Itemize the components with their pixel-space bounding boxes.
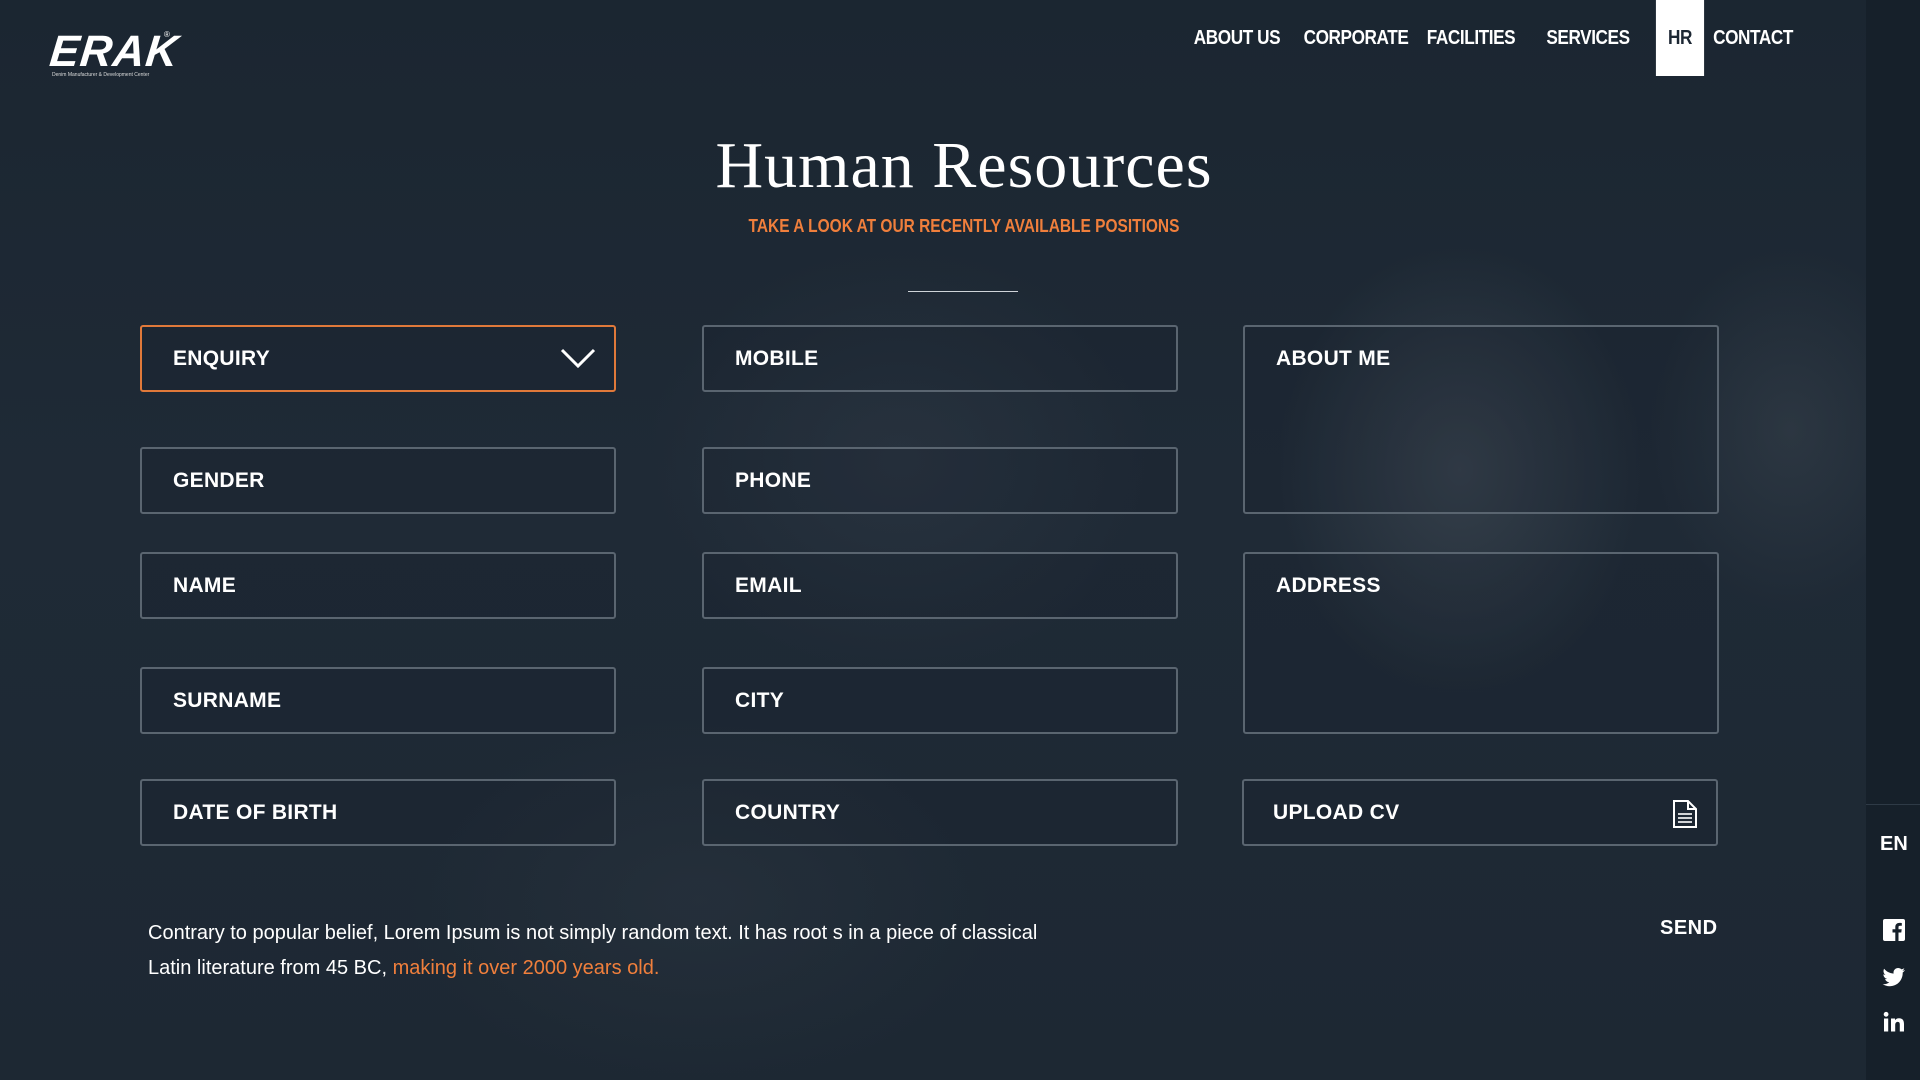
nav-corporate[interactable]: CORPORATE bbox=[1303, 0, 1410, 76]
surname-field[interactable]: SURNAME bbox=[140, 667, 616, 734]
document-icon bbox=[1673, 800, 1697, 828]
nav-services[interactable]: SERVICES bbox=[1533, 0, 1643, 76]
info-highlight-link[interactable]: making it over 2000 years old. bbox=[393, 957, 660, 979]
sidebar-divider bbox=[1866, 804, 1920, 805]
gender-field[interactable]: GENDER bbox=[140, 447, 616, 514]
city-field[interactable]: CITY bbox=[702, 667, 1178, 734]
nav-about-us[interactable]: ABOUT US bbox=[1188, 0, 1286, 76]
main-nav: ABOUT US CORPORATE FACILITIES SERVICES H… bbox=[1180, 0, 1798, 76]
email-field[interactable]: EMAIL bbox=[702, 552, 1178, 619]
registered-mark: ® bbox=[164, 30, 170, 39]
phone-field[interactable]: PHONE bbox=[702, 447, 1178, 514]
country-field[interactable]: COUNTRY bbox=[702, 779, 1178, 846]
enquiry-select[interactable]: ENQUIRY bbox=[140, 325, 616, 392]
title-divider bbox=[908, 291, 1018, 292]
page-title: Human Resources bbox=[715, 129, 1213, 202]
info-paragraph: Contrary to popular belief, Lorem Ipsum … bbox=[148, 916, 1048, 986]
about-me-textarea[interactable]: ABOUT ME bbox=[1243, 325, 1719, 514]
send-button[interactable]: SEND bbox=[1660, 917, 1718, 940]
upload-cv-label: UPLOAD CV bbox=[1273, 801, 1400, 824]
city-label: CITY bbox=[735, 689, 785, 712]
country-label: COUNTRY bbox=[735, 801, 841, 824]
surname-label: SURNAME bbox=[173, 689, 282, 712]
email-label: EMAIL bbox=[735, 574, 802, 597]
linkedin-icon[interactable] bbox=[1882, 1010, 1906, 1034]
name-field[interactable]: NAME bbox=[140, 552, 616, 619]
date-of-birth-field[interactable]: DATE OF BIRTH bbox=[140, 779, 616, 846]
chevron-down-icon bbox=[560, 348, 596, 369]
mobile-label: MOBILE bbox=[735, 347, 819, 370]
nav-contact[interactable]: CONTACT bbox=[1713, 0, 1793, 76]
phone-label: PHONE bbox=[735, 469, 812, 492]
nav-facilities[interactable]: FACILITIES bbox=[1425, 0, 1516, 76]
name-label: NAME bbox=[173, 574, 237, 597]
logo[interactable]: ERAK ® Denim Manufacturer & Development … bbox=[47, 27, 182, 80]
gender-label: GENDER bbox=[173, 469, 265, 492]
date-of-birth-label: DATE OF BIRTH bbox=[173, 801, 338, 824]
language-switcher[interactable]: EN bbox=[1880, 833, 1908, 856]
address-textarea[interactable]: ADDRESS bbox=[1243, 552, 1719, 734]
enquiry-label: ENQUIRY bbox=[173, 347, 270, 370]
address-label: ADDRESS bbox=[1276, 574, 1381, 597]
twitter-icon[interactable] bbox=[1882, 965, 1906, 989]
upload-cv-field[interactable]: UPLOAD CV bbox=[1242, 779, 1718, 846]
mobile-field[interactable]: MOBILE bbox=[702, 325, 1178, 392]
facebook-icon[interactable] bbox=[1882, 918, 1906, 942]
logo-tagline: Denim Manufacturer & Development Center bbox=[52, 72, 150, 78]
logo-text: ERAK bbox=[47, 27, 182, 76]
nav-hr[interactable]: HR bbox=[1655, 0, 1705, 76]
page-subtitle: TAKE A LOOK AT OUR RECENTLY AVAILABLE PO… bbox=[748, 216, 1180, 236]
about-me-label: ABOUT ME bbox=[1276, 347, 1391, 370]
